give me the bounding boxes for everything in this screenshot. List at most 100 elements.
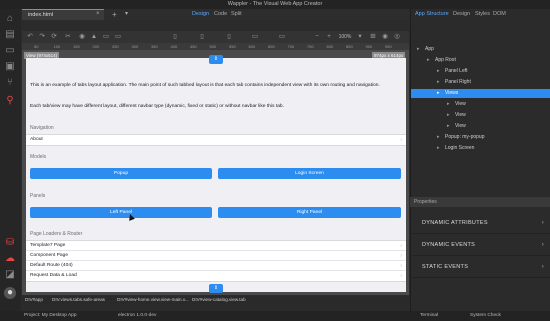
status-bar: Project: My Desktop App electron 1.0.0-d… (0, 311, 550, 321)
resize-handle-icon[interactable]: ⇕ (209, 284, 223, 293)
tree-item-label: Views (445, 90, 459, 96)
node-icon: ▸ (437, 90, 440, 96)
redo-icon[interactable]: ↷ (37, 31, 47, 43)
design-toolbar: ↶ ↷ ⟳ ✂ ◉ ▲ ▭ ▭ ▯ ▯ ▯ ▭ ▭ − + 100% ▾ ⊞ ◉… (22, 31, 409, 43)
terminal-button[interactable]: Terminal (420, 311, 438, 321)
tablet-landscape-icon[interactable]: ▭ (250, 31, 260, 43)
chevron-right-icon: › (400, 273, 402, 279)
avatar[interactable]: ● (4, 287, 16, 299)
static-events-section[interactable]: STATIC EVENTS › (410, 256, 550, 278)
tree-item[interactable]: ▸ Views (411, 89, 550, 98)
project-selector[interactable]: Project: My Desktop App (24, 311, 77, 321)
tree-item-label: Popup: my-popup (445, 134, 485, 140)
home-icon[interactable]: ⌂ (4, 13, 16, 25)
ruler-tick-label: 250 (112, 44, 119, 49)
zoom-chevron-icon[interactable]: ▾ (355, 31, 365, 43)
tree-item[interactable]: ▸ App Root (411, 56, 550, 65)
zoom-in-icon[interactable]: + (324, 31, 334, 43)
list-item[interactable]: Request Data & Load › (26, 271, 406, 281)
tab-design[interactable]: Design (453, 11, 470, 17)
ruler-tick-label: 750 (307, 44, 314, 49)
breadcrumb-item[interactable]: DIV#view-home.view.view-main.v... (117, 296, 189, 304)
design-mode-tab[interactable]: Design (192, 9, 209, 20)
document-tab-label: index.html (28, 12, 54, 18)
code-mode-tab[interactable]: Code (214, 9, 227, 20)
grid-icon[interactable]: ⊞ (368, 31, 378, 43)
add-tab-button[interactable]: + (112, 9, 117, 20)
database-icon[interactable]: ⛁ (4, 237, 16, 249)
tree-item[interactable]: ▸ View (411, 122, 550, 131)
refresh-icon[interactable]: ⟳ (49, 31, 59, 43)
list-item[interactable]: Component Page › (26, 251, 406, 261)
tree-item[interactable]: ▸ Panel Left (411, 67, 550, 76)
dynamic-attributes-section[interactable]: DYNAMIC ATTRIBUTES › (410, 212, 550, 234)
dynamic-events-section[interactable]: DYNAMIC EVENTS › (410, 234, 550, 256)
breadcrumb-item[interactable]: DIV.views.tabs.safe-areas (52, 296, 105, 304)
properties-header: Properties (410, 197, 550, 207)
eye-icon[interactable]: ◉ (380, 31, 390, 43)
phone-small-icon[interactable]: ▯ (170, 31, 180, 43)
tree-item[interactable]: ▸ View (411, 111, 550, 120)
system-check-button[interactable]: System Check (470, 311, 501, 321)
selection-handle-icon[interactable]: ⇕ (209, 55, 223, 64)
login-screen-button[interactable]: Login Screen (218, 168, 401, 179)
desktop-icon[interactable]: ▭ (101, 31, 111, 43)
right-panel-button[interactable]: Right Panel (218, 207, 401, 218)
close-tab-icon[interactable]: × (96, 9, 100, 20)
tablet-portrait-icon[interactable]: ▯ (224, 31, 234, 43)
chevron-right-icon: › (400, 243, 402, 249)
phone-icon[interactable]: ▯ (197, 31, 207, 43)
ruler-tick-label: 300 (131, 44, 139, 49)
document-tab[interactable]: index.html (22, 9, 104, 20)
project-icon[interactable]: ◪ (4, 269, 16, 281)
ruler-tick-label: 600 (248, 44, 256, 49)
breadcrumb-item[interactable]: DIV#view-catalog.view.tab (192, 296, 246, 304)
zoom-out-icon[interactable]: − (312, 31, 322, 43)
chevron-right-icon: › (400, 263, 402, 269)
left-panel-button[interactable]: Left Panel (30, 207, 212, 218)
tree-item[interactable]: ▸ Login Screen (411, 144, 550, 153)
cut-icon[interactable]: ✂ (63, 31, 73, 43)
ruler-tick-label: 100 (53, 44, 61, 49)
assets-icon[interactable]: ▣ (4, 61, 16, 73)
laptop-icon[interactable]: ▭ (277, 31, 287, 43)
ruler-tick-label: 700 (287, 44, 295, 49)
list-item[interactable]: About › (26, 135, 406, 145)
ruler: 50 100 150 200 250 300 350 400 450 500 550 600 650 70… (22, 43, 409, 50)
undo-icon[interactable]: ↶ (25, 31, 35, 43)
tab-dom[interactable]: DOM (493, 11, 506, 17)
tree-item-label: Panel Right (445, 79, 471, 85)
tab-app-structure[interactable]: App Structure (415, 11, 449, 17)
files-icon[interactable]: ▤ (4, 29, 16, 41)
split-mode-tab[interactable]: Split (231, 9, 242, 20)
tree-item[interactable]: ▸ Popup: my-popup (411, 133, 550, 142)
breadcrumb-item[interactable]: DIV#app (25, 296, 43, 304)
folder-icon[interactable]: ▭ (4, 45, 16, 57)
popup-button[interactable]: Popup (30, 168, 212, 179)
apple-icon[interactable]: ◉ (77, 31, 87, 43)
models-title: Models (30, 154, 47, 160)
list-item-label: Component Page (30, 253, 69, 258)
android-icon[interactable]: ▲ (89, 31, 99, 43)
list-item[interactable]: Default Route (404) › (26, 261, 406, 271)
target-selector[interactable]: electron 1.0.0-dev (118, 311, 156, 321)
zoom-level[interactable]: 100% (335, 31, 355, 43)
ruler-tick-label: 350 (151, 44, 158, 49)
browser-preview-icon[interactable]: ◎ (392, 31, 402, 43)
ruler-tick-label: 150 (73, 44, 80, 49)
tree-item[interactable]: ▸ View (411, 100, 550, 109)
tree-item[interactable]: ▸ App (411, 45, 550, 54)
node-icon: ▸ (427, 57, 430, 63)
page-preview: This is an example of tabs layout applic… (26, 58, 406, 292)
tablet-icon[interactable]: ▭ (113, 31, 123, 43)
ruler-tick-label: 50 (34, 44, 39, 49)
ruler-tick-label: 800 (326, 44, 334, 49)
left-rail: ⌂ ▤ ▭ ▣ ⑂ ⚲ ⛁ ☁ ◪ ● (0, 9, 21, 311)
cloud-icon[interactable]: ☁ (4, 253, 16, 265)
tree-item[interactable]: ▸ Panel Right (411, 78, 550, 87)
git-icon[interactable]: ⑂ (4, 77, 16, 89)
tab-styles[interactable]: Styles (475, 11, 490, 17)
list-item[interactable]: Template7 Page › (26, 241, 406, 251)
server-connect-icon[interactable]: ⚲ (4, 95, 16, 107)
tab-list-chevron-icon[interactable]: ▾ (125, 9, 128, 20)
